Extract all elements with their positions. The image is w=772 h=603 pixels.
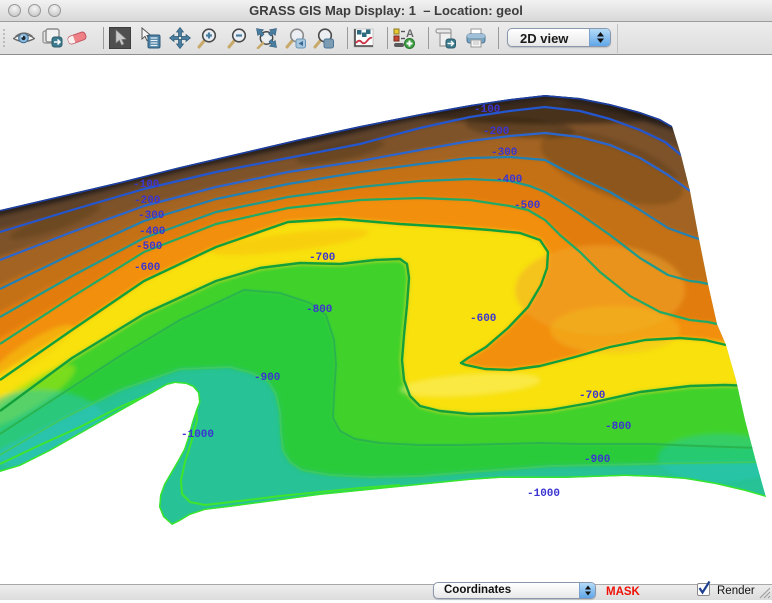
svg-text:-700: -700 [309,252,335,264]
svg-text:-800: -800 [605,421,631,433]
svg-text:-900: -900 [254,372,280,384]
svg-text:-200: -200 [483,126,509,138]
svg-text:-500: -500 [136,241,162,253]
svg-text:-100: -100 [474,104,500,116]
svg-text:-300: -300 [138,210,164,222]
svg-text:-600: -600 [470,313,496,325]
svg-text:-200: -200 [134,195,160,207]
svg-text:-700: -700 [579,390,605,402]
svg-text:-800: -800 [306,304,332,316]
svg-text:-300: -300 [491,147,517,159]
svg-text:-400: -400 [139,226,165,238]
svg-text:-1000: -1000 [527,488,560,500]
svg-text:-1000: -1000 [181,429,214,441]
svg-text:-900: -900 [584,454,610,466]
svg-text:-500: -500 [514,200,540,212]
svg-text:-600: -600 [134,262,160,274]
svg-text:-400: -400 [496,174,522,186]
svg-text:-100: -100 [133,179,159,191]
